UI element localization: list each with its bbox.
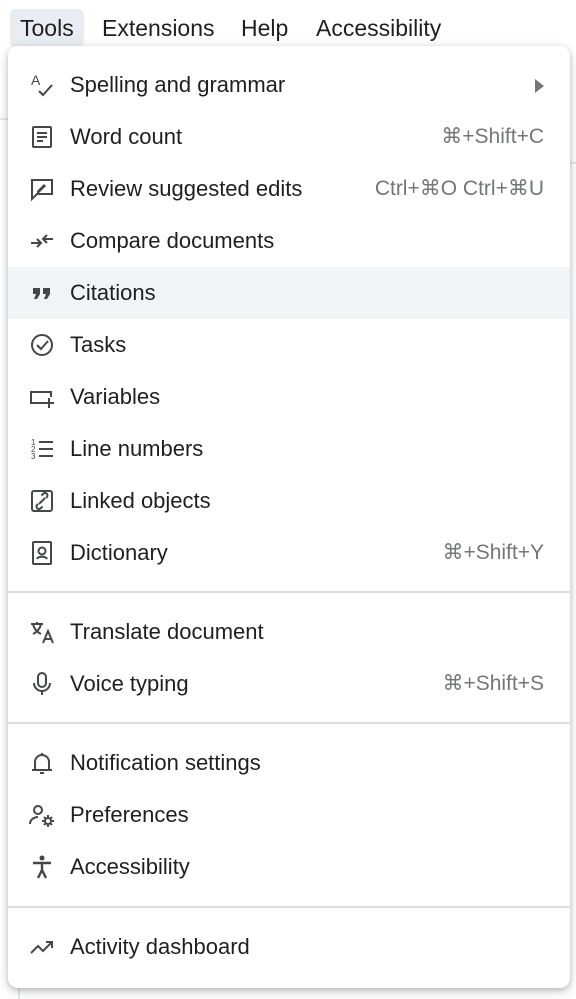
menu-item-label: Translate document: [70, 619, 264, 644]
variables-icon: [28, 383, 56, 411]
menu-item-label: Line numbers: [70, 436, 204, 461]
menu-item-line-numbers[interactable]: 123 Line numbers: [8, 423, 570, 475]
spellcheck-icon: A: [28, 71, 56, 99]
menu-item-label: Linked objects: [70, 488, 211, 513]
menu-item-label: Citations: [70, 280, 156, 305]
menu-item-voice-typing[interactable]: Voice typing ⌘+Shift+S: [8, 658, 570, 710]
menu-accessibility[interactable]: Accessibility: [306, 9, 451, 47]
background-divider: [570, 162, 576, 164]
linked-objects-icon: [28, 487, 56, 515]
menu-item-translate-document[interactable]: Translate document: [8, 606, 570, 658]
menu-item-citations[interactable]: Citations: [8, 267, 570, 319]
tools-menu-dropdown: A Spelling and grammar Word count ⌘+Shif…: [8, 46, 570, 988]
menu-item-label: Tasks: [70, 332, 127, 357]
menu-item-label: Voice typing: [70, 671, 189, 696]
menu-extensions[interactable]: Extensions: [92, 9, 225, 47]
menu-divider: [8, 591, 570, 593]
menu-tools[interactable]: Tools: [10, 9, 84, 47]
menu-item-accessibility[interactable]: Accessibility: [8, 841, 570, 893]
menu-item-label: Review suggested edits: [70, 176, 303, 201]
bell-icon: [28, 749, 56, 777]
menu-item-variables[interactable]: Variables: [8, 371, 570, 423]
menu-item-label: Notification settings: [70, 750, 261, 775]
menu-item-label: Compare documents: [70, 228, 275, 253]
menu-divider: [8, 906, 570, 908]
menu-item-label: Accessibility: [70, 854, 190, 879]
task-check-icon: [28, 331, 56, 359]
menu-item-label: Spelling and grammar: [70, 72, 286, 97]
menu-item-notification-settings[interactable]: Notification settings: [8, 737, 570, 789]
compare-icon: [28, 227, 56, 255]
menu-item-tasks[interactable]: Tasks: [8, 319, 570, 371]
menu-item-review-suggested-edits[interactable]: Review suggested edits Ctrl+⌘O Ctrl+⌘U: [8, 163, 570, 215]
background-divider: [0, 118, 8, 120]
menubar: Tools Extensions Help Accessibility: [0, 0, 576, 50]
submenu-arrow-icon: [535, 79, 544, 93]
translate-icon: [28, 618, 56, 646]
shortcut-hint: ⌘+Shift+Y: [442, 541, 544, 564]
menu-item-word-count[interactable]: Word count ⌘+Shift+C: [8, 111, 570, 163]
quote-icon: [28, 279, 56, 307]
shortcut-hint: Ctrl+⌘O Ctrl+⌘U: [374, 177, 544, 200]
menu-divider: [8, 722, 570, 724]
menu-item-label: Variables: [70, 384, 161, 409]
svg-text:A: A: [31, 72, 41, 88]
microphone-icon: [28, 670, 56, 698]
svg-text:3: 3: [31, 452, 36, 461]
menu-item-label: Activity dashboard: [70, 934, 250, 959]
menu-help[interactable]: Help: [231, 9, 298, 47]
shortcut-hint: ⌘+Shift+C: [441, 125, 544, 148]
menu-item-linked-objects[interactable]: Linked objects: [8, 475, 570, 527]
menu-item-label: Preferences: [70, 802, 189, 827]
background-ruler: [18, 988, 20, 999]
shortcut-hint: ⌘+Shift+S: [442, 672, 544, 695]
preferences-icon: [28, 801, 56, 829]
menu-item-label: Dictionary: [70, 540, 168, 565]
word-count-icon: [28, 123, 56, 151]
menu-item-spelling-and-grammar[interactable]: A Spelling and grammar: [8, 59, 570, 111]
accessibility-icon: [28, 853, 56, 881]
menu-item-preferences[interactable]: Preferences: [8, 789, 570, 841]
menu-item-dictionary[interactable]: Dictionary ⌘+Shift+Y: [8, 527, 570, 579]
trending-icon: [28, 933, 56, 961]
review-edits-icon: [28, 175, 56, 203]
dictionary-icon: [28, 539, 56, 567]
menu-item-activity-dashboard[interactable]: Activity dashboard: [8, 921, 570, 973]
menu-item-label: Word count: [70, 124, 183, 149]
line-numbers-icon: 123: [28, 435, 56, 463]
menu-item-compare-documents[interactable]: Compare documents: [8, 215, 570, 267]
